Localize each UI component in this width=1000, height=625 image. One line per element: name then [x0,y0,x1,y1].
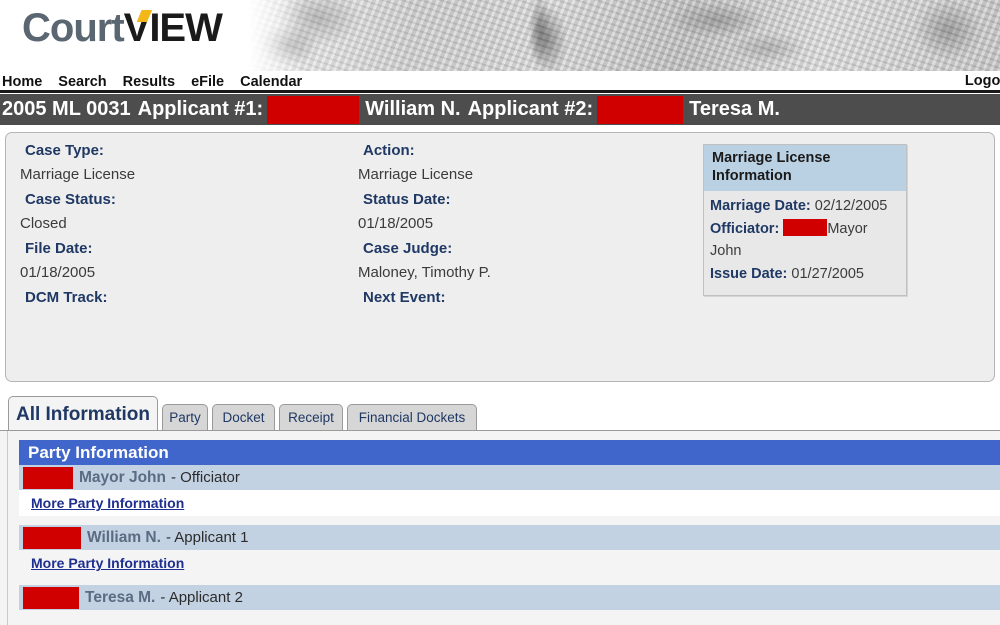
issue-date-row: Issue Date: 01/27/2005 [710,263,900,285]
party-role: - Officiator [170,469,240,486]
case-title-bar: 2005 ML 0031 Applicant #1: William N. Ap… [0,94,1000,127]
more-party-information-link[interactable]: More Party Information [31,495,184,511]
value-issue-date: 01/27/2005 [791,265,864,282]
courtview-logo: CourtVIEW [22,6,223,50]
label-case-type: Case Type: [25,142,104,159]
applicant2-redaction-box [597,95,684,124]
more-party-information-link[interactable]: More Party Information [31,555,184,571]
banner-fade [248,0,302,71]
label-case-judge: Case Judge: [363,240,453,257]
marriage-license-box-body: Marriage Date: 02/12/2005 Officiator: Ma… [704,191,906,295]
more-party-information-row: More Party Information [19,490,1000,516]
nav-item-search[interactable]: Search [58,74,106,90]
tab-docket[interactable]: Docket [212,404,275,430]
applicant1-redaction-box [267,95,360,124]
tab-strip: All Information Party Docket Receipt Fin… [0,396,1000,430]
row-spacer [19,516,1000,525]
nav-item-results[interactable]: Results [123,74,175,90]
label-status-date: Status Date: [363,191,451,208]
officiator-row: Officiator: Mayor John [710,218,900,263]
value-action: Marriage License [358,166,474,183]
label-file-date: File Date: [25,240,93,257]
page-root: CourtVIEW Home Search Results eFile Calendar… [0,0,1000,625]
label-dcm-track: DCM Track: [25,289,108,306]
case-info-left-column: Case Type: Marriage License Case Status:… [20,143,350,314]
party-role: - Applicant 1 [165,529,249,546]
table-row[interactable]: William N. - Applicant 1 [19,525,1000,550]
party-information-header: Party Information [19,440,1000,465]
value-marriage-date: 02/12/2005 [814,198,888,215]
party-list: Mayor John - Officiator More Party Infor… [19,465,1000,610]
label-marriage-date: Marriage Date: [710,198,811,215]
label-case-status: Case Status: [25,191,116,208]
tab-receipt[interactable]: Receipt [279,404,343,430]
tab-all-information[interactable]: All Information [8,396,158,430]
party-redaction-box [23,466,73,489]
logo-view-text: VIEW [123,6,223,50]
value-case-type: Marriage License [20,166,136,183]
label-next-event: Next Event: [363,289,446,306]
tab-content-inner: Party Information Mayor John - Officiato… [7,431,1000,625]
marriage-license-box-title: Marriage License Information [704,145,906,192]
nav-item-home[interactable]: Home [2,74,42,90]
more-party-information-row: More Party Information [19,550,1000,576]
applicant2-label: Applicant #2: [467,98,594,120]
marriage-date-row: Marriage Date: 02/12/2005 [710,195,900,217]
nav-item-calendar[interactable]: Calendar [240,74,302,90]
value-case-status: Closed [20,215,67,232]
label-officiator: Officiator: [710,220,780,237]
applicant2-name: Teresa M. [689,98,780,120]
value-case-judge: Maloney, Timothy P. [358,264,491,281]
main-navigation: Home Search Results eFile Calendar Logout [0,71,1000,93]
nav-item-efile[interactable]: eFile [191,74,224,90]
party-role: - Applicant 2 [160,589,243,606]
value-file-date: 01/18/2005 [20,264,96,281]
party-redaction-box [23,526,81,549]
party-name: Mayor John [79,468,166,486]
applicant1-name: William N. [365,98,461,120]
applicant1-label: Applicant #1: [137,98,264,120]
party-name: Teresa M. [85,588,156,606]
marriage-license-info-box: Marriage License Information Marriage Da… [703,144,907,297]
officiator-redaction-box [783,218,828,236]
party-redaction-box [23,586,79,609]
tab-financial-dockets[interactable]: Financial Dockets [347,404,477,430]
label-action: Action: [363,142,415,159]
label-issue-date: Issue Date: [710,265,788,282]
table-row[interactable]: Mayor John - Officiator [19,465,1000,490]
case-number: 2005 ML 0031 [2,98,131,120]
tab-content-panel: Party Information Mayor John - Officiato… [0,430,1000,625]
case-info-right-column: Action: Marriage License Status Date: 01… [358,143,688,314]
banner-artwork-image [248,0,1000,71]
nav-items: Home Search Results eFile Calendar [0,73,318,91]
table-row[interactable]: Teresa M. - Applicant 2 [19,585,1000,610]
party-name: William N. [87,528,161,546]
value-status-date: 01/18/2005 [358,215,434,232]
tab-party[interactable]: Party [162,404,208,430]
logo-court-text: Court [22,6,125,50]
site-banner: CourtVIEW [0,0,1000,71]
nav-item-logout[interactable]: Logout [965,73,1000,89]
row-spacer [19,576,1000,585]
case-information-panel: Case Type: Marriage License Case Status:… [5,132,995,382]
